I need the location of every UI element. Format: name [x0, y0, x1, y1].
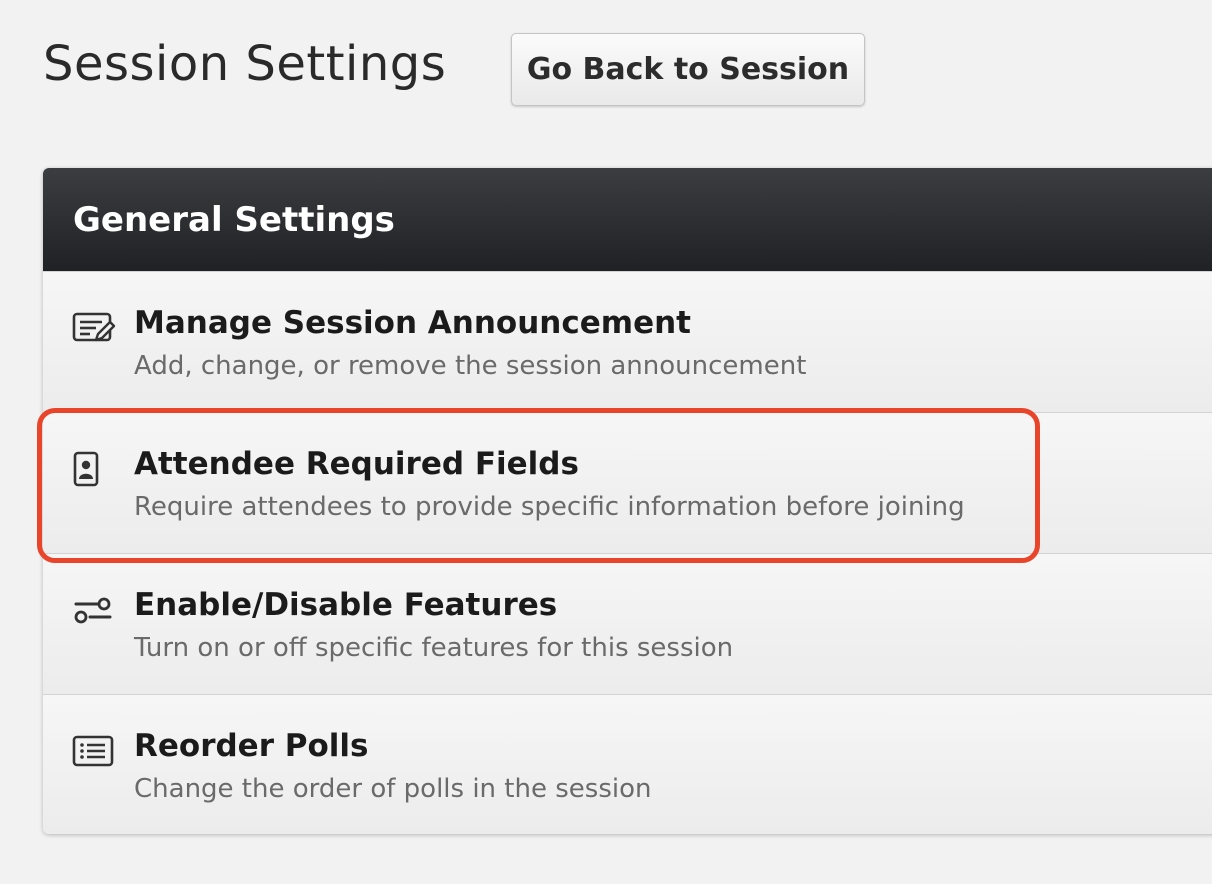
settings-item-reorder-polls[interactable]: Reorder Polls Change the order of polls …: [43, 694, 1212, 834]
toggle-features-icon: [72, 592, 116, 628]
settings-item-attendee-required-fields[interactable]: Attendee Required Fields Require attende…: [43, 412, 1212, 553]
panel-title: General Settings: [73, 199, 395, 240]
list-icon: [72, 733, 116, 769]
panel-header: General Settings: [43, 168, 1212, 271]
id-badge-icon: [72, 451, 116, 487]
general-settings-panel: General Settings Manage Session Announce…: [43, 168, 1212, 834]
item-label: Attendee Required Fields: [134, 446, 579, 482]
item-label: Enable/Disable Features: [134, 587, 558, 623]
edit-announcement-icon: [72, 310, 116, 346]
page-title: Session Settings: [43, 36, 447, 92]
item-description: Add, change, or remove the session annou…: [134, 351, 807, 381]
item-label: Reorder Polls: [134, 728, 369, 764]
go-back-to-session-button[interactable]: Go Back to Session: [511, 33, 865, 106]
settings-item-manage-announcement[interactable]: Manage Session Announcement Add, change,…: [43, 271, 1212, 412]
item-label: Manage Session Announcement: [134, 305, 691, 341]
session-settings-page: Session Settings Go Back to Session Gene…: [0, 0, 1212, 884]
item-description: Require attendees to provide specific in…: [134, 492, 965, 522]
item-description: Turn on or off specific features for thi…: [134, 633, 734, 663]
settings-item-enable-disable-features[interactable]: Enable/Disable Features Turn on or off s…: [43, 553, 1212, 694]
item-description: Change the order of polls in the session: [134, 774, 652, 804]
